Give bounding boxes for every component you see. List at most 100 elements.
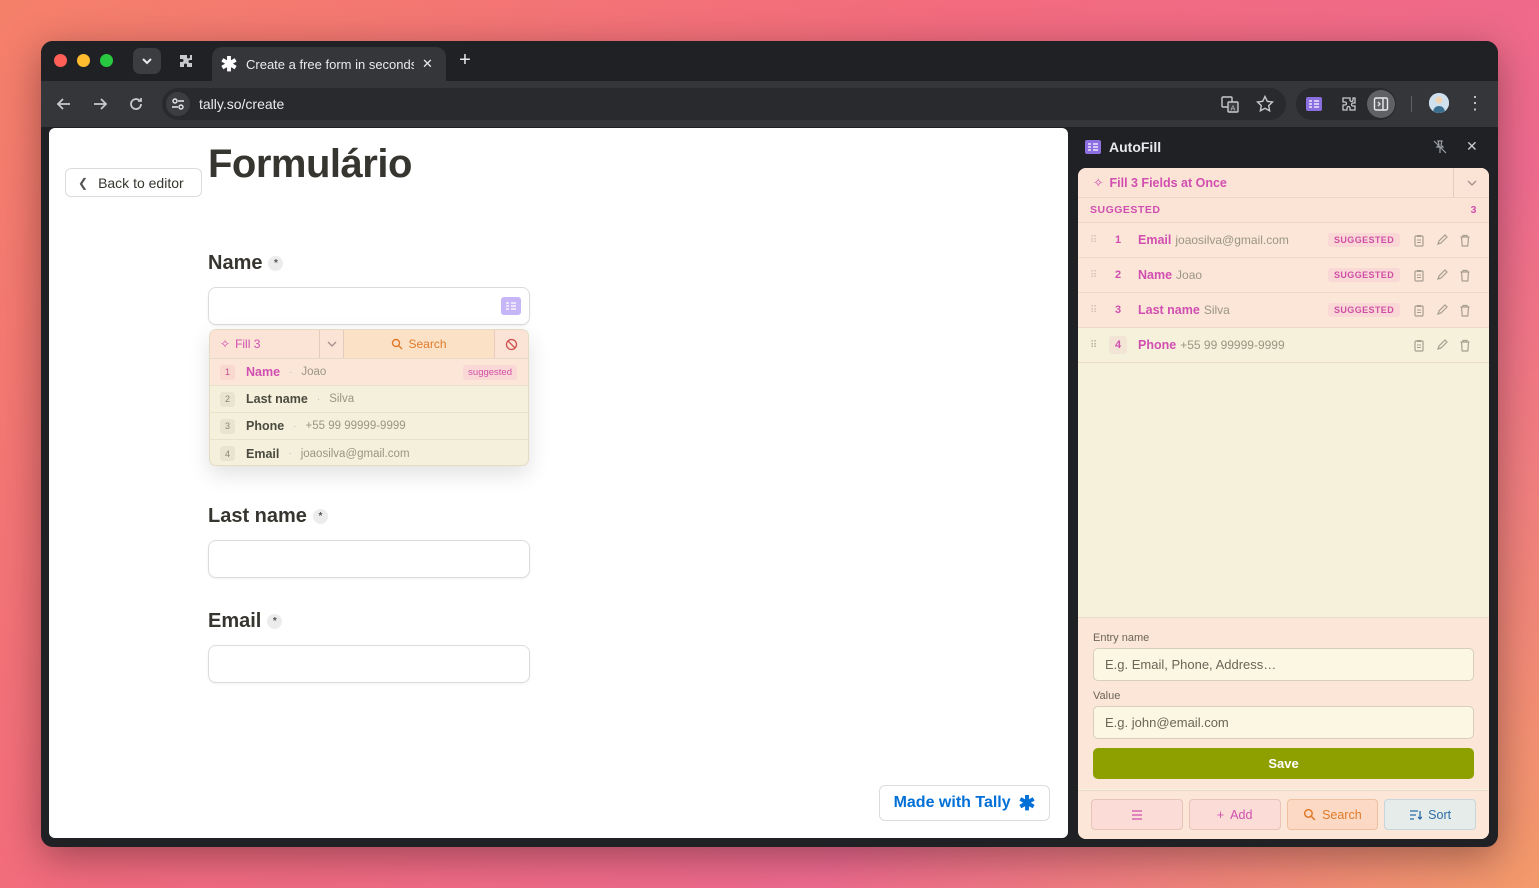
trash-icon[interactable] — [1458, 268, 1472, 282]
edit-pencil-icon[interactable] — [1435, 303, 1449, 317]
tab-title: Create a free form in seconds — [246, 56, 414, 72]
entry-row[interactable]: ⠿ 2 Name Joao SUGGESTED — [1078, 258, 1489, 293]
browser-toolbar: tally.so/create A ⋮ — [41, 81, 1498, 127]
copy-icon[interactable] — [1412, 303, 1426, 317]
fill-button[interactable]: ✧ Fill 3 — [210, 330, 320, 358]
back-arrow-icon[interactable] — [53, 93, 75, 115]
close-panel-icon[interactable]: ✕ — [1466, 138, 1478, 155]
active-tab[interactable]: ✱ Create a free form in seconds ✕ — [212, 47, 446, 81]
address-bar[interactable]: tally.so/create A — [162, 88, 1286, 120]
puzzle-icon[interactable] — [175, 50, 197, 72]
back-to-editor-label: Back to editor — [98, 174, 184, 191]
save-button[interactable]: Save — [1093, 748, 1474, 779]
tab-search-button[interactable] — [133, 48, 161, 74]
trash-icon[interactable] — [1458, 338, 1472, 352]
dropdown-search-button[interactable]: Search — [344, 330, 495, 358]
entry-row[interactable]: ⠿ 1 Email joaosilva@gmail.com SUGGESTED — [1078, 223, 1489, 258]
autofill-logo-icon — [1085, 140, 1101, 154]
fill-all-button[interactable]: ✧ Fill 3 Fields at Once — [1078, 168, 1453, 197]
suggested-badge: SUGGESTED — [1328, 268, 1401, 282]
entry-value: Silva — [1203, 303, 1230, 317]
drag-handle-icon[interactable]: ⠿ — [1090, 305, 1104, 316]
panel-bottom-bar: + Add Search Sort — [1078, 790, 1489, 839]
suggested-badge: SUGGESTED — [1328, 303, 1401, 317]
field-label-email: Email * — [208, 610, 283, 633]
item-name: Last name — [246, 392, 308, 406]
value-input[interactable]: E.g. john@email.com — [1093, 706, 1474, 739]
fill-options-caret[interactable] — [320, 330, 344, 358]
entry-value: Joao — [1176, 268, 1203, 282]
add-label: Add — [1230, 807, 1253, 822]
drag-handle-icon[interactable]: ⠿ — [1090, 340, 1104, 351]
extensions-puzzle-icon[interactable] — [1339, 94, 1359, 114]
item-value: joaosilva@gmail.com — [300, 447, 410, 460]
field-label-text: Email — [208, 610, 262, 632]
close-window-button[interactable] — [54, 54, 67, 67]
translate-icon[interactable]: A — [1220, 94, 1240, 114]
entry-number: 1 — [1114, 234, 1122, 246]
entry-name: Phone — [1138, 338, 1177, 352]
site-settings-icon[interactable] — [166, 92, 190, 116]
edit-pencil-icon[interactable] — [1435, 233, 1449, 247]
forward-arrow-icon[interactable] — [89, 93, 111, 115]
maximize-window-button[interactable] — [100, 54, 113, 67]
sort-button[interactable]: Sort — [1384, 799, 1476, 830]
drag-handle-icon[interactable]: ⠿ — [1090, 235, 1104, 246]
search-button[interactable]: Search — [1286, 799, 1379, 830]
entry-value: joaosilva@gmail.com — [1175, 233, 1289, 247]
chevron-left-icon: ❮ — [78, 175, 89, 190]
edit-pencil-icon[interactable] — [1435, 268, 1449, 282]
dropdown-item[interactable]: 1 Name · Joao suggested — [210, 359, 528, 386]
profile-avatar[interactable] — [1429, 93, 1449, 113]
dropdown-item[interactable]: 3 Phone · +55 99 99999-9999 — [210, 413, 528, 440]
entry-actions — [1412, 338, 1472, 352]
suggested-heading: SUGGESTED — [1090, 204, 1161, 216]
name-input[interactable] — [208, 287, 530, 325]
made-with-tally-button[interactable]: Made with Tally ✱ — [879, 785, 1050, 821]
edit-pencil-icon[interactable] — [1435, 338, 1449, 352]
trash-icon[interactable] — [1458, 233, 1472, 247]
item-value: +55 99 99999-9999 — [305, 420, 406, 432]
entry-actions — [1412, 233, 1472, 247]
more-menu-icon[interactable]: ⋮ — [1466, 93, 1484, 115]
tab-close-icon[interactable]: ✕ — [422, 56, 433, 72]
separator-dot: · — [288, 448, 292, 459]
new-tab-button[interactable]: + — [455, 50, 475, 70]
dropdown-item[interactable]: 4 Email · joaosilva@gmail.com — [210, 440, 528, 465]
item-value: Joao — [301, 366, 327, 378]
side-panel-icon[interactable] — [1371, 94, 1391, 114]
minimize-window-button[interactable] — [77, 54, 90, 67]
entry-number: 2 — [1114, 269, 1122, 281]
entry-row[interactable]: ⠿ 4 Phone +55 99 99999-9999 — [1078, 328, 1489, 363]
required-badge: * — [268, 256, 284, 271]
autofill-side-panel: AutoFill ✕ ✧ Fill 3 Fields at Once SUGGE… — [1076, 128, 1490, 840]
copy-icon[interactable] — [1412, 268, 1426, 282]
field-label-name: Name * — [208, 252, 284, 275]
fill-all-caret[interactable] — [1453, 168, 1489, 197]
reload-icon[interactable] — [125, 93, 147, 115]
fill-all-label: Fill 3 Fields at Once — [1109, 175, 1227, 190]
block-icon[interactable] — [495, 330, 528, 358]
dropdown-search-label: Search — [408, 337, 447, 351]
add-button[interactable]: + Add — [1188, 799, 1281, 830]
trash-icon[interactable] — [1458, 303, 1472, 317]
entry-value: +55 99 99999-9999 — [1180, 338, 1285, 352]
entry-row[interactable]: ⠿ 3 Last name Silva SUGGESTED — [1078, 293, 1489, 328]
item-number: 4 — [220, 446, 235, 461]
email-input[interactable] — [208, 645, 530, 683]
drag-handle-icon[interactable]: ⠿ — [1090, 270, 1104, 281]
last-name-input[interactable] — [208, 540, 530, 578]
sparkle-icon: ✧ — [220, 337, 231, 351]
autofill-extension-icon[interactable] — [1304, 94, 1324, 114]
entry-name-input[interactable]: E.g. Email, Phone, Address… — [1093, 648, 1474, 681]
copy-icon[interactable] — [1412, 338, 1426, 352]
dropdown-item[interactable]: 2 Last name · Silva — [210, 386, 528, 413]
menu-button[interactable] — [1091, 799, 1183, 830]
back-to-editor-button[interactable]: ❮ Back to editor — [65, 168, 202, 197]
autofill-field-icon[interactable] — [501, 297, 521, 315]
tab-strip: ✱ Create a free form in seconds ✕ + — [41, 41, 1498, 81]
copy-icon[interactable] — [1412, 233, 1426, 247]
fill-label: Fill 3 — [235, 337, 261, 351]
bookmark-star-icon[interactable] — [1255, 94, 1275, 114]
unpin-icon[interactable] — [1432, 139, 1448, 155]
